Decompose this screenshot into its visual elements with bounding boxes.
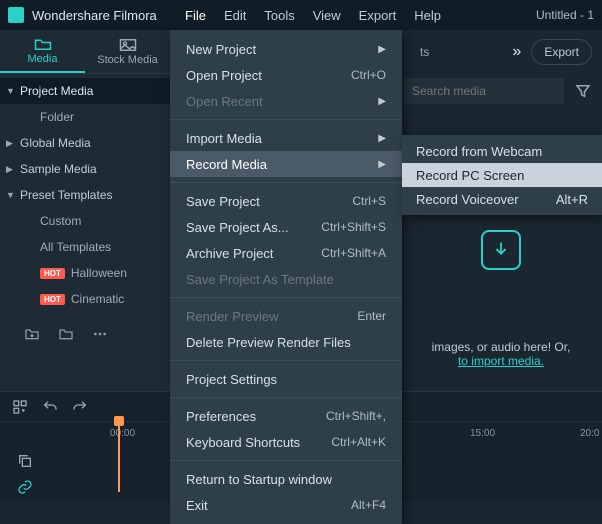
tab-media[interactable]: Media xyxy=(0,30,85,73)
submenu-item[interactable]: Record VoiceoverAlt+R xyxy=(402,187,602,211)
search-input[interactable] xyxy=(404,78,564,104)
tab-stock-label: Stock Media xyxy=(97,54,158,66)
dropzone[interactable]: images, or audio here! Or, to import med… xyxy=(430,230,572,368)
file-menu: New Project▶Open ProjectCtrl+OOpen Recen… xyxy=(170,30,402,524)
redo-icon[interactable] xyxy=(72,399,88,415)
record-submenu: Record from WebcamRecord PC ScreenRecord… xyxy=(402,135,602,215)
hot-badge: HOT xyxy=(40,294,65,305)
menu-item[interactable]: Open ProjectCtrl+O xyxy=(170,62,402,88)
submenu-item[interactable]: Record PC Screen xyxy=(402,163,602,187)
submenu-item[interactable]: Record from Webcam xyxy=(402,139,602,163)
dropzone-text: images, or audio here! Or, xyxy=(432,340,571,354)
menu-edit[interactable]: Edit xyxy=(224,8,246,23)
doc-title: Untitled - 1 xyxy=(536,8,594,22)
tree-cinematic[interactable]: HOT Cinematic xyxy=(0,286,170,312)
menu-item[interactable]: Return to Startup window xyxy=(170,466,402,492)
menu-item[interactable]: ExitAlt+F4 xyxy=(170,492,402,518)
undo-icon[interactable] xyxy=(42,399,58,415)
menu-view[interactable]: View xyxy=(313,8,341,23)
tab-stock-media[interactable]: Stock Media xyxy=(85,30,170,73)
menu-export[interactable]: Export xyxy=(359,8,397,23)
hot-badge: HOT xyxy=(40,268,65,279)
menu-item[interactable]: PreferencesCtrl+Shift+, xyxy=(170,403,402,429)
tree-project-media[interactable]: ▼Project Media xyxy=(0,78,170,104)
media-tree: ▼Project Media Folder ▶Global Media ▶Sam… xyxy=(0,74,170,316)
menu-item[interactable]: New Project▶ xyxy=(170,36,402,62)
tree-label: Preset Templates xyxy=(20,188,113,202)
app-title: Wondershare Filmora xyxy=(32,8,157,23)
tree-sample-media[interactable]: ▶Sample Media xyxy=(0,156,170,182)
link-icon[interactable] xyxy=(17,479,33,495)
menu-item[interactable]: Save ProjectCtrl+S xyxy=(170,188,402,214)
copy-icon[interactable] xyxy=(17,453,33,469)
tree-label: Project Media xyxy=(20,84,93,98)
tree-all-templates[interactable]: All Templates xyxy=(0,234,170,260)
sidebar-icon-row xyxy=(0,316,170,342)
ruler-mark: 20:0 xyxy=(580,428,599,439)
download-icon xyxy=(481,230,521,270)
menu-help[interactable]: Help xyxy=(414,8,441,23)
tree-folder[interactable]: Folder xyxy=(0,104,170,130)
folder-icon[interactable] xyxy=(58,326,74,342)
export-button[interactable]: Export xyxy=(531,39,592,65)
menu-item: Render PreviewEnter xyxy=(170,303,402,329)
ruler-mark: 15:00 xyxy=(470,428,495,439)
tree-custom[interactable]: Custom xyxy=(0,208,170,234)
tab-media-label: Media xyxy=(28,53,58,65)
tree-label: Halloween xyxy=(71,266,127,280)
tree-global-media[interactable]: ▶Global Media xyxy=(0,130,170,156)
menu-item: Open Recent▶ xyxy=(170,88,402,114)
more-icon[interactable] xyxy=(92,326,108,342)
menu-item: Save Project As Template xyxy=(170,266,402,292)
folder-icon xyxy=(34,37,52,51)
menubar: File Edit Tools View Export Help xyxy=(185,0,441,30)
menu-item[interactable]: Project Settings xyxy=(170,366,402,392)
menu-item[interactable]: Save Project As...Ctrl+Shift+S xyxy=(170,214,402,240)
tree-label: Cinematic xyxy=(71,292,124,306)
tree-preset-templates[interactable]: ▼Preset Templates xyxy=(0,182,170,208)
menu-tools[interactable]: Tools xyxy=(264,8,294,23)
menu-item[interactable]: Keyboard ShortcutsCtrl+Alt+K xyxy=(170,429,402,455)
tree-label: Sample Media xyxy=(20,162,97,176)
tree-label: Global Media xyxy=(20,136,91,150)
menu-item[interactable]: Record Media▶ xyxy=(170,151,402,177)
toolbar-ts[interactable]: ts xyxy=(420,45,429,59)
app-logo xyxy=(8,7,24,23)
import-media-link[interactable]: to import media. xyxy=(458,354,544,368)
chevron-double-right-icon[interactable]: » xyxy=(512,43,521,61)
menu-item[interactable]: Import Media▶ xyxy=(170,125,402,151)
menu-item[interactable]: Delete Preview Render Files xyxy=(170,329,402,355)
grid-icon[interactable] xyxy=(12,399,28,415)
tree-halloween[interactable]: HOT Halloween xyxy=(0,260,170,286)
track-icons xyxy=(12,448,38,500)
add-folder-icon[interactable] xyxy=(24,326,40,342)
ruler-mark: 00:00 xyxy=(110,428,135,439)
playhead[interactable] xyxy=(118,422,120,492)
image-icon xyxy=(119,38,137,52)
filter-icon[interactable] xyxy=(574,82,592,100)
sidebar-tabs: Media Stock Media xyxy=(0,30,170,74)
menu-item[interactable]: Archive ProjectCtrl+Shift+A xyxy=(170,240,402,266)
menu-file[interactable]: File xyxy=(185,8,206,23)
